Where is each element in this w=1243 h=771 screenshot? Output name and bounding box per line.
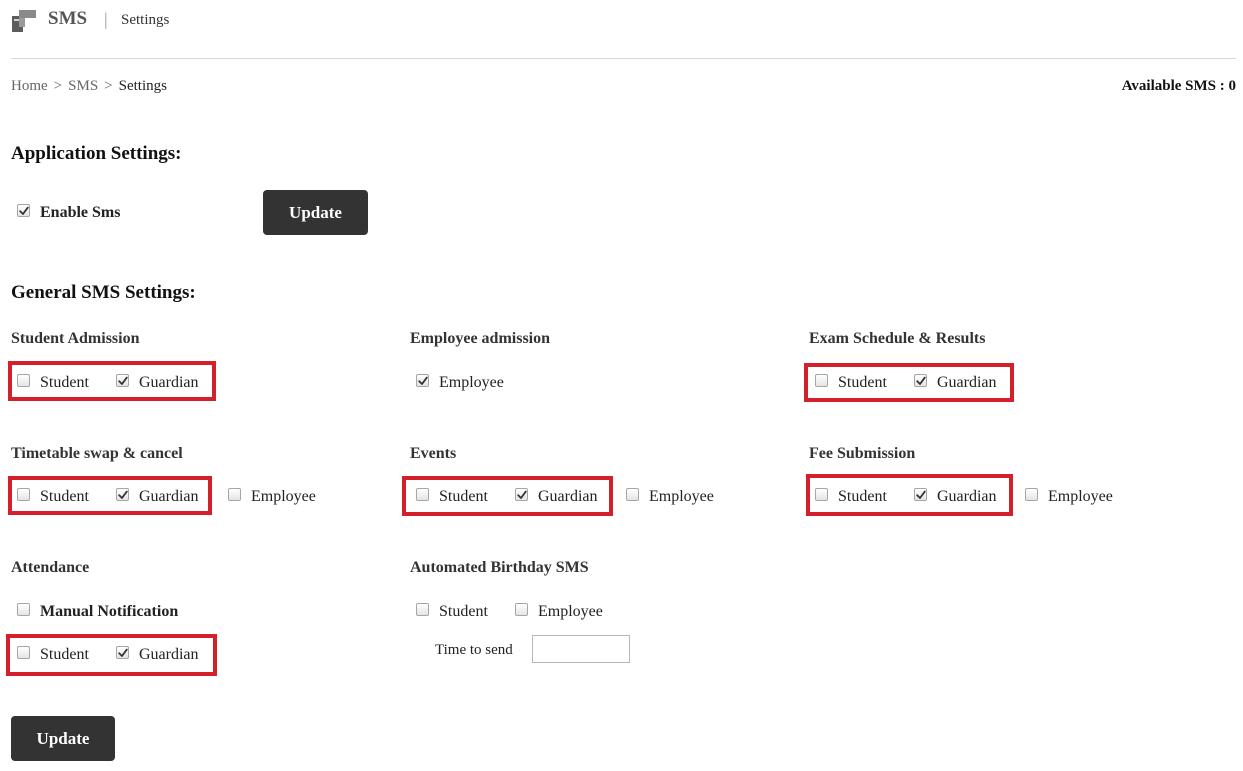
timetable-title: Timetable swap & cancel bbox=[11, 445, 183, 462]
fee-submission-guardian-checkbox[interactable] bbox=[914, 488, 927, 501]
fee-submission-employee-label: Employee bbox=[1048, 488, 1113, 505]
application-settings-heading: Application Settings: bbox=[11, 143, 182, 164]
fee-submission-title: Fee Submission bbox=[809, 445, 916, 462]
employee-admission-employee-checkbox[interactable] bbox=[416, 374, 429, 387]
checkmark-icon bbox=[915, 376, 926, 385]
breadcrumb-separator: > bbox=[104, 78, 113, 94]
manual-notification-label: Manual Notification bbox=[40, 603, 179, 620]
fee-submission-guardian-label: Guardian bbox=[937, 488, 997, 505]
student-admission-guardian-label: Guardian bbox=[139, 374, 199, 391]
exam-schedule-guardian-checkbox[interactable] bbox=[914, 374, 927, 387]
time-to-send-input[interactable] bbox=[532, 635, 630, 663]
breadcrumb-separator: > bbox=[53, 78, 63, 94]
timetable-guardian-label: Guardian bbox=[139, 488, 199, 505]
checkmark-icon bbox=[516, 490, 527, 499]
fee-submission-employee-checkbox[interactable] bbox=[1025, 488, 1038, 501]
sms-module-icon bbox=[12, 10, 36, 32]
attendance-student-label: Student bbox=[40, 646, 89, 663]
exam-schedule-title: Exam Schedule & Results bbox=[809, 330, 986, 347]
available-sms-count: Available SMS : 0 bbox=[1121, 78, 1236, 94]
birthday-student-checkbox[interactable] bbox=[416, 603, 429, 616]
checkmark-icon bbox=[117, 490, 128, 499]
update-button[interactable]: Update bbox=[11, 716, 115, 761]
timetable-guardian-checkbox[interactable] bbox=[116, 488, 129, 501]
breadcrumb-home[interactable]: Home bbox=[11, 78, 48, 95]
attendance-student-checkbox[interactable] bbox=[17, 646, 30, 659]
timetable-student-label: Student bbox=[40, 488, 89, 505]
checkmark-icon bbox=[117, 376, 128, 385]
exam-schedule-student-label: Student bbox=[838, 374, 887, 391]
timetable-employee-label: Employee bbox=[251, 488, 316, 505]
timetable-employee-checkbox[interactable] bbox=[228, 488, 241, 501]
header-divider bbox=[11, 58, 1236, 59]
student-admission-title: Student Admission bbox=[11, 330, 140, 347]
employee-admission-title: Employee admission bbox=[410, 330, 551, 347]
checkmark-icon bbox=[915, 490, 926, 499]
student-admission-guardian-checkbox[interactable] bbox=[116, 374, 129, 387]
checkmark-icon bbox=[417, 376, 428, 385]
exam-schedule-guardian-label: Guardian bbox=[937, 374, 997, 391]
events-guardian-label: Guardian bbox=[538, 488, 598, 505]
birthday-sms-title: Automated Birthday SMS bbox=[410, 559, 589, 576]
manual-notification-checkbox[interactable] bbox=[17, 603, 30, 616]
student-admission-student-checkbox[interactable] bbox=[17, 374, 30, 387]
events-title: Events bbox=[410, 445, 457, 462]
enable-sms-label: Enable Sms bbox=[40, 204, 121, 221]
events-employee-checkbox[interactable] bbox=[626, 488, 639, 501]
timetable-student-checkbox[interactable] bbox=[17, 488, 30, 501]
attendance-title: Attendance bbox=[11, 559, 90, 576]
fee-submission-student-label: Student bbox=[838, 488, 887, 505]
fee-submission-student-checkbox[interactable] bbox=[815, 488, 828, 501]
birthday-employee-label: Employee bbox=[538, 603, 603, 620]
birthday-employee-checkbox[interactable] bbox=[515, 603, 528, 616]
general-sms-settings-heading: General SMS Settings: bbox=[11, 282, 196, 303]
attendance-guardian-checkbox[interactable] bbox=[116, 646, 129, 659]
events-student-label: Student bbox=[439, 488, 488, 505]
events-student-checkbox[interactable] bbox=[416, 488, 429, 501]
breadcrumb-current: Settings bbox=[118, 78, 167, 94]
page-subtitle: Settings bbox=[121, 12, 170, 28]
employee-admission-employee-label: Employee bbox=[439, 374, 504, 391]
enable-sms-checkbox[interactable] bbox=[17, 204, 30, 217]
breadcrumb: Home > SMS > Settings bbox=[11, 78, 167, 95]
student-admission-student-label: Student bbox=[40, 374, 89, 391]
birthday-student-label: Student bbox=[439, 603, 488, 620]
checkmark-icon bbox=[18, 206, 29, 215]
application-update-button[interactable]: Update bbox=[263, 190, 368, 235]
events-guardian-checkbox[interactable] bbox=[515, 488, 528, 501]
page-title: SMS bbox=[48, 8, 88, 29]
attendance-guardian-label: Guardian bbox=[139, 646, 199, 663]
breadcrumb-sms[interactable]: SMS bbox=[68, 78, 98, 95]
exam-schedule-student-checkbox[interactable] bbox=[815, 374, 828, 387]
events-employee-label: Employee bbox=[649, 488, 714, 505]
title-separator: | bbox=[104, 9, 108, 29]
time-to-send-label: Time to send bbox=[435, 642, 513, 658]
checkmark-icon bbox=[117, 648, 128, 657]
